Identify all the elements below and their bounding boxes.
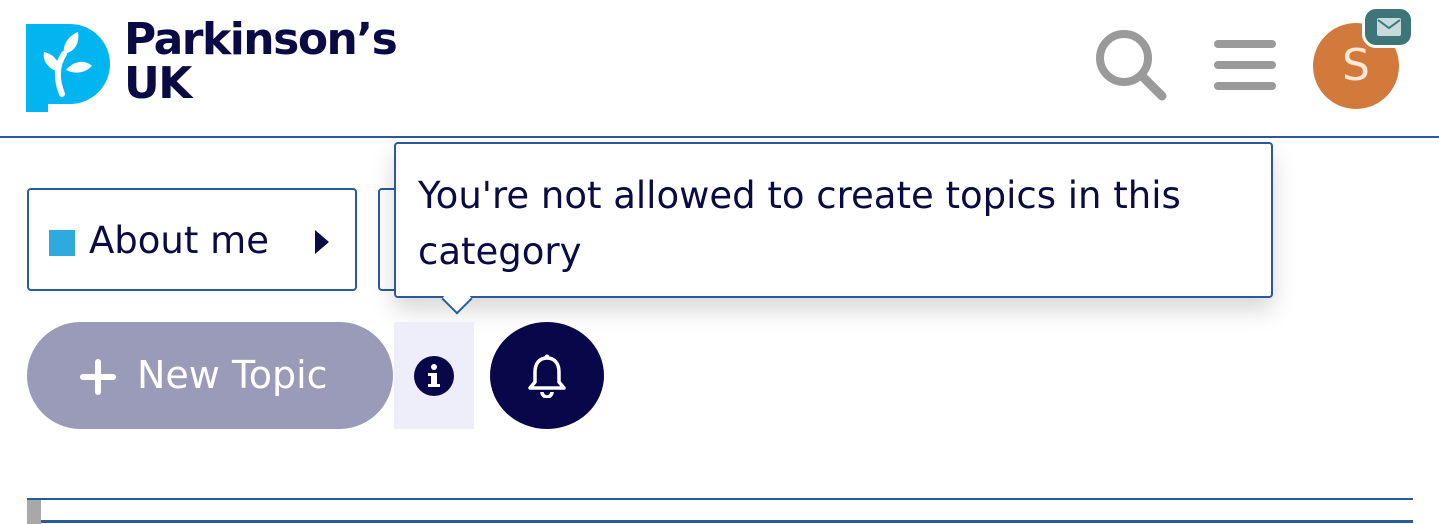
logo-line-1: Parkinson’s [124, 14, 398, 65]
scroll-indicator [27, 500, 41, 524]
logo-mark-icon [26, 24, 110, 112]
new-topic-button[interactable]: New Topic [27, 322, 393, 429]
logo-text: Parkinson’s UK [124, 14, 398, 109]
category-dropdown-about-me[interactable]: About me [27, 188, 357, 291]
hamburger-menu-icon [1214, 40, 1276, 90]
tooltip-text: You're not allowed to create topics in t… [418, 174, 1181, 273]
bell-icon [528, 354, 566, 398]
divider [27, 498, 1413, 500]
caret-right-icon [315, 230, 329, 254]
parkinsons-uk-logo[interactable]: Parkinson’s UK [26, 18, 456, 114]
envelope-icon [1377, 18, 1401, 36]
messages-badge[interactable] [1362, 6, 1414, 48]
hamburger-menu-button[interactable] [1210, 34, 1280, 96]
search-button[interactable] [1092, 26, 1170, 104]
info-icon [414, 356, 454, 396]
plus-icon [80, 359, 116, 395]
new-topic-label: New Topic [137, 353, 328, 397]
search-icon [1096, 30, 1167, 101]
category-label: About me [89, 219, 269, 262]
page: Parkinson’s UK S About me You're not all… [0, 0, 1439, 524]
site-header: Parkinson’s UK S [0, 0, 1439, 138]
divider [41, 520, 1413, 523]
notification-level-button[interactable] [490, 322, 604, 429]
logo-line-2: UK [124, 58, 192, 109]
info-button[interactable] [394, 322, 474, 429]
permission-tooltip: You're not allowed to create topics in t… [394, 142, 1273, 298]
category-color-swatch [49, 230, 75, 256]
